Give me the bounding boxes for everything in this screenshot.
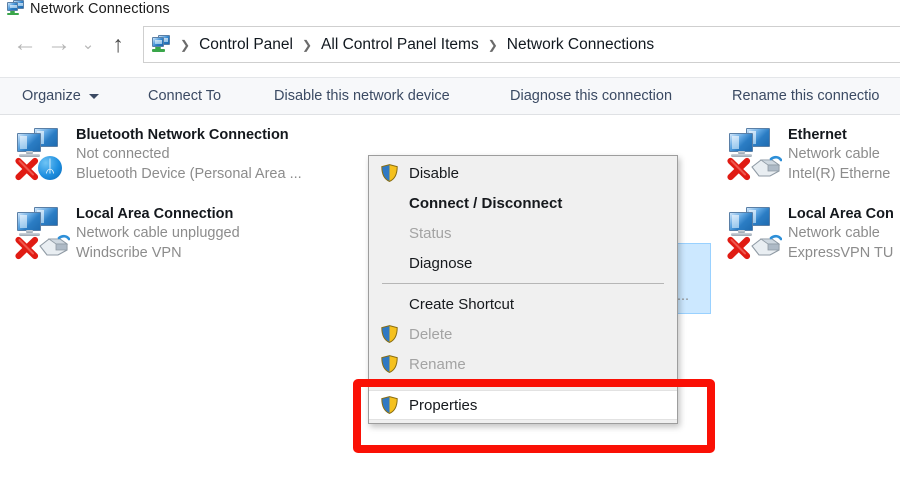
forward-icon[interactable]: → xyxy=(42,32,76,56)
toolbar-organize[interactable]: Organize xyxy=(22,88,99,104)
toolbar-rename-label: Rename this connectio xyxy=(732,88,880,104)
menu-item-rename-label: Rename xyxy=(409,355,466,373)
menu-item-disable-label: Disable xyxy=(409,164,460,182)
toolbar-connect-to-label: Connect To xyxy=(148,88,222,104)
breadcrumb-separator-2: ❯ xyxy=(487,37,498,52)
connection-item-local-area-connection-expressvpn[interactable]: Local Area Con Network cable ExpressVPN T… xyxy=(726,204,894,263)
breadcrumb-separator-0: ❯ xyxy=(180,37,191,52)
connection-name: Ethernet xyxy=(788,127,847,143)
network-connections-icon xyxy=(6,0,24,18)
connection-meta: Local Area Connection Network cable unplu… xyxy=(76,204,240,263)
breadcrumb-separator-1: ❯ xyxy=(301,37,313,52)
toolbar-disable-device-label: Disable this network device xyxy=(274,88,450,104)
uac-shield-icon xyxy=(369,325,409,343)
menu-item-delete-label: Delete xyxy=(409,325,453,343)
bluetooth-icon: ᛦ xyxy=(38,156,62,180)
connection-item-ethernet-connection[interactable]: Ethernet Network cable Intel(R) Etherne xyxy=(726,125,890,184)
connection-meta: Bluetooth Network Connection Not connecte… xyxy=(76,125,302,184)
breadcrumb-network-icon xyxy=(151,35,170,54)
connection-status: Network cable xyxy=(788,225,880,242)
rj45-cable-icon xyxy=(748,155,783,179)
menu-item-connect-disconnect[interactable]: Connect / Disconnect xyxy=(369,188,677,218)
connection-device: Bluetooth Device (Personal Area ... xyxy=(76,165,302,182)
connection-name: Local Area Connection xyxy=(76,206,234,222)
breadcrumb-item-control-panel[interactable]: Control Panel xyxy=(196,36,296,54)
connection-device: ExpressVPN TU xyxy=(788,244,894,261)
menu-item-create-shortcut-label: Create Shortcut xyxy=(409,295,515,313)
menu-separator-1 xyxy=(382,283,664,284)
menu-item-disable[interactable]: Disable xyxy=(369,158,677,188)
network-adapter-icon xyxy=(726,204,788,262)
window-title-bar: Network Connections xyxy=(0,0,900,20)
uac-shield-icon xyxy=(369,396,409,414)
toolbar-connect-to[interactable]: Connect To xyxy=(148,88,221,104)
connection-device: Intel(R) Etherne xyxy=(788,165,891,182)
connection-meta: Local Area Con Network cable ExpressVPN T… xyxy=(788,204,894,263)
menu-item-delete[interactable]: Delete xyxy=(369,319,677,349)
connection-device-cellular-truncated: ... xyxy=(677,288,690,304)
connection-name: Local Area Con xyxy=(788,206,894,222)
breadcrumb-item-network-connections[interactable]: Network Connections xyxy=(504,36,657,54)
toolbar-diagnose[interactable]: Diagnose this connection xyxy=(510,88,672,104)
connection-status: Not connected xyxy=(76,146,170,163)
connection-status: Network cable unplugged xyxy=(76,225,240,242)
network-adapter-icon xyxy=(14,204,76,262)
toolbar-diagnose-label: Diagnose this connection xyxy=(510,88,673,104)
address-bar[interactable]: ❯ Control Panel ❯ All Control Panel Item… xyxy=(143,26,900,63)
rj45-cable-icon xyxy=(36,234,71,258)
chevron-down-icon[interactable]: ⌄ xyxy=(76,37,100,52)
network-adapter-icon: ᛦ xyxy=(14,125,76,183)
context-menu[interactable]: Disable Connect / Disconnect Status Diagnos… xyxy=(368,155,678,424)
menu-item-status-label: Status xyxy=(409,224,452,242)
connection-item-bluetooth-network-connection[interactable]: ᛦ Bluetooth Network Connection Not connect… xyxy=(14,125,302,184)
error-x-icon xyxy=(14,156,40,182)
connection-item-local-area-connection-windscribe[interactable]: Local Area Connection Network cable unplu… xyxy=(14,204,240,263)
toolbar-rename[interactable]: Rename this connectio xyxy=(732,88,880,104)
menu-item-diagnose-label: Diagnose xyxy=(409,254,473,272)
connection-meta: Ethernet Network cable Intel(R) Etherne xyxy=(788,125,890,184)
menu-item-diagnose[interactable]: Diagnose xyxy=(369,248,677,278)
up-one-level-icon[interactable]: ↑ xyxy=(100,32,136,56)
menu-item-rename[interactable]: Rename xyxy=(369,349,677,379)
connection-name: Bluetooth Network Connection xyxy=(76,127,289,143)
back-icon[interactable]: ← xyxy=(8,32,42,56)
breadcrumb-item-all-control-panel-items[interactable]: All Control Panel Items xyxy=(318,36,482,54)
menu-item-properties[interactable]: Properties xyxy=(369,390,677,420)
menu-item-connect-disconnect-label: Connect / Disconnect xyxy=(409,194,563,212)
rj45-cable-icon xyxy=(748,234,783,258)
toolbar-disable-device[interactable]: Disable this network device xyxy=(274,88,450,104)
uac-shield-icon xyxy=(369,355,409,373)
toolbar-organize-label: Organize xyxy=(22,88,81,104)
caret-down-icon xyxy=(88,93,99,99)
window-title: Network Connections xyxy=(30,0,170,17)
connection-device: Windscribe VPN xyxy=(76,244,182,261)
menu-item-properties-label: Properties xyxy=(409,396,478,414)
menu-item-status[interactable]: Status xyxy=(369,218,677,248)
network-adapter-icon xyxy=(726,125,788,183)
uac-shield-icon xyxy=(369,164,409,182)
command-toolbar: Organize Connect To Disable this network d… xyxy=(0,77,900,115)
connection-status: Network cable xyxy=(788,146,880,163)
menu-separator-2 xyxy=(382,384,664,385)
menu-item-create-shortcut[interactable]: Create Shortcut xyxy=(369,289,677,319)
